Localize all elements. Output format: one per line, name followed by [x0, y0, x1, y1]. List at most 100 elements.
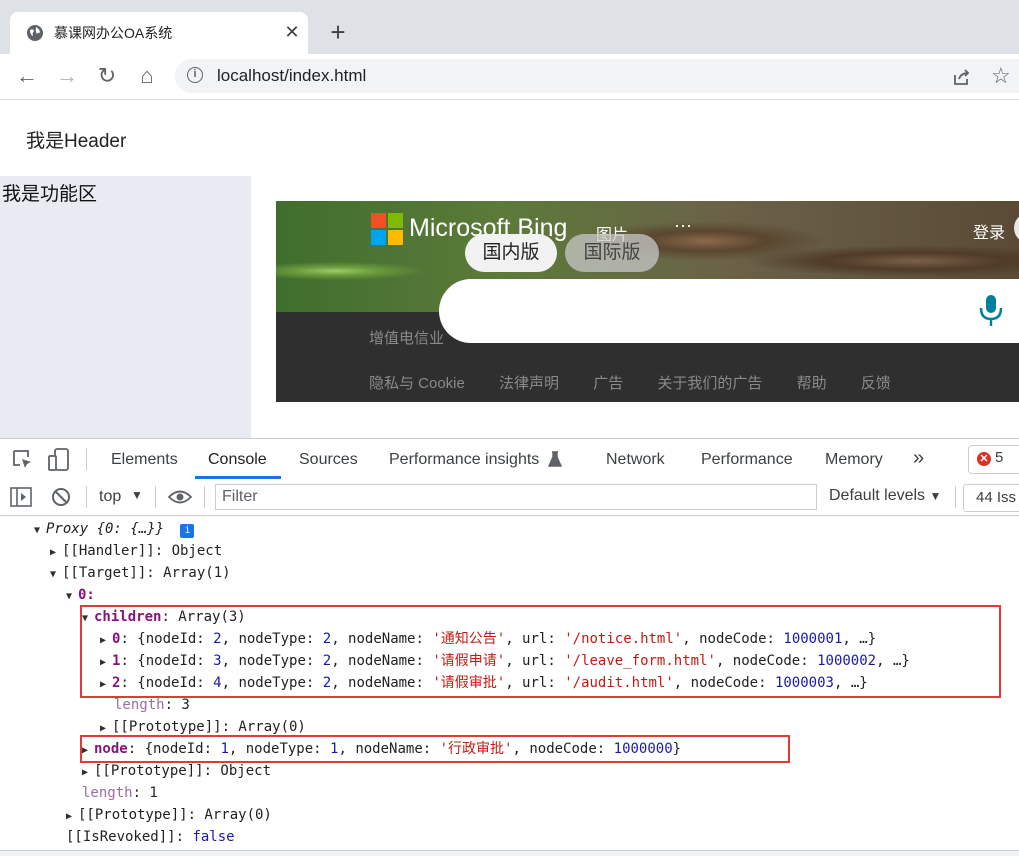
issues-button[interactable]: 44 Iss	[963, 484, 1019, 512]
reload-button[interactable]: ↻	[92, 62, 122, 92]
handler-text: [[Handler]]: Object	[62, 543, 223, 559]
error-count: 5	[995, 449, 1004, 466]
collapsed-triangle-icon[interactable]: ▶	[50, 542, 62, 564]
share-icon[interactable]	[952, 67, 972, 87]
devtools-panel: Elements Console Sources Performance ins…	[0, 438, 1019, 856]
international-version-button[interactable]: 国际版	[565, 234, 659, 272]
sidebar-label: 我是功能区	[2, 184, 98, 205]
console-row-isrevoked[interactable]: [[IsRevoked]]: false	[66, 826, 235, 848]
globe-icon	[27, 25, 43, 41]
expanded-triangle-icon[interactable]: ▼	[50, 564, 62, 586]
expanded-triangle-icon[interactable]: ▼	[34, 520, 46, 542]
sidebar-toggle-icon[interactable]	[10, 487, 32, 507]
log-levels-label: Default levels	[829, 487, 926, 504]
context-selector[interactable]: top	[99, 488, 121, 506]
sidebar: 我是功能区	[0, 176, 251, 438]
footer-link-feedback[interactable]: 反馈	[861, 375, 891, 392]
divider	[155, 486, 156, 508]
isrevoked-key: [[IsRevoked]]	[66, 829, 176, 845]
footer-link-legal[interactable]: 法律声明	[499, 375, 559, 392]
microphone-icon[interactable]	[977, 293, 1005, 329]
highlight-node-box	[80, 735, 790, 763]
bing-footer-links: 隐私与 Cookie 法律声明 广告 关于我们的广告 帮助 反馈	[369, 372, 921, 393]
content-area: Microsoft Bing 图片 ··· 登录 国内版 国际版 增值电信业 隐…	[251, 176, 1019, 438]
footer-link-help[interactable]: 帮助	[797, 375, 827, 392]
home-button[interactable]: ⌂	[132, 62, 162, 92]
tab-network[interactable]: Network	[606, 439, 665, 479]
address-bar[interactable]: i localhost/index.html	[175, 59, 1019, 93]
device-toolbar-icon[interactable]	[48, 448, 70, 472]
console-row-prototype-array2[interactable]: ▶ [[Prototype]]: Array(0)	[66, 804, 272, 826]
status-strip	[0, 850, 1019, 856]
tab-console[interactable]: Console	[208, 439, 267, 479]
console-output: ▼ Proxy {0: {…}} i ▶ [[Handler]]: Object ▼…	[0, 516, 1019, 856]
expanded-triangle-icon[interactable]: ▼	[66, 586, 78, 608]
prototype-text: [[Prototype]]: Object	[94, 763, 272, 779]
footer-link-ads[interactable]: 广告	[593, 375, 623, 392]
tab-sources[interactable]: Sources	[299, 439, 358, 479]
console-row-target[interactable]: ▼ [[Target]]: Array(1)	[50, 562, 231, 584]
info-icon[interactable]: i	[187, 67, 203, 83]
length-value: : 1	[132, 785, 158, 801]
new-tab-button[interactable]: +	[326, 19, 350, 45]
chevron-down-icon: ▼	[929, 489, 942, 503]
console-filter-bar: top ▼ Filter Default levels ▼ 44 Iss	[0, 479, 1019, 516]
inspect-element-icon[interactable]	[12, 449, 34, 471]
experiment-flask-icon	[548, 451, 562, 467]
more-tabs-chevron-icon[interactable]: »	[913, 439, 924, 479]
highlight-children-box	[80, 605, 1001, 698]
bing-login-link[interactable]: 登录	[973, 219, 1005, 243]
console-row-proxy[interactable]: ▼ Proxy {0: {…}} i	[34, 518, 195, 542]
icp-text: 增值电信业	[369, 330, 445, 347]
console-row-prototype-object[interactable]: ▶ [[Prototype]]: Object	[82, 760, 271, 782]
divider	[86, 486, 87, 508]
bookmark-star-icon[interactable]: ☆	[991, 63, 1011, 89]
back-button[interactable]: ←	[12, 62, 42, 92]
footer-link-privacy[interactable]: 隐私与 Cookie	[369, 375, 465, 392]
chevron-down-icon[interactable]: ▼	[131, 488, 143, 502]
tab-performance-insights[interactable]: Performance insights	[389, 439, 539, 479]
length-key: length	[82, 785, 133, 801]
browser-tab[interactable]: 慕课网办公OA系统 ✕	[10, 12, 308, 54]
divider	[955, 486, 956, 508]
length-value: : 3	[164, 697, 190, 713]
bing-iframe: Microsoft Bing 图片 ··· 登录 国内版 国际版 增值电信业 隐…	[276, 201, 1019, 402]
footer-link-about-ads[interactable]: 关于我们的广告	[657, 375, 762, 392]
tab-elements[interactable]: Elements	[111, 439, 178, 479]
close-icon[interactable]: ✕	[280, 20, 304, 44]
collapsed-triangle-icon[interactable]: ▶	[66, 806, 78, 828]
tab-performance[interactable]: Performance	[701, 439, 793, 479]
proxy-text: Proxy {0: {…}}	[46, 521, 165, 537]
info-icon[interactable]: i	[180, 524, 195, 538]
error-count-badge[interactable]: ✕ 5	[968, 445, 1019, 474]
more-icon[interactable]: ···	[674, 215, 692, 236]
length-key: length	[114, 697, 165, 713]
index0-key: 0:	[78, 587, 95, 603]
prototype-text: [[Prototype]]: Array(0)	[112, 719, 306, 735]
eye-icon[interactable]	[168, 489, 192, 505]
colon-separator: :	[175, 829, 193, 845]
bing-search-input[interactable]	[439, 279, 1019, 343]
page-header: 我是Header	[26, 131, 127, 152]
forward-button[interactable]: →	[52, 62, 82, 92]
collapsed-triangle-icon[interactable]: ▶	[82, 762, 94, 784]
console-row-length2[interactable]: length: 1	[82, 782, 158, 804]
page-viewport: 我是Header 我是功能区 Microsoft Bing 图片 ··· 登录 …	[0, 100, 1019, 438]
url-text[interactable]: localhost/index.html	[217, 66, 366, 86]
console-row-handler[interactable]: ▶ [[Handler]]: Object	[50, 540, 222, 562]
console-row-index0[interactable]: ▼ 0:	[66, 584, 95, 606]
browser-toolbar: ← → ↻ ⌂ i localhost/index.html ☆	[0, 54, 1019, 100]
tab-title: 慕课网办公OA系统	[54, 25, 173, 41]
microsoft-logo-icon	[371, 213, 403, 245]
domestic-version-button[interactable]: 国内版	[465, 234, 557, 272]
tab-memory[interactable]: Memory	[825, 439, 883, 479]
divider	[86, 448, 87, 470]
devtools-tabbar: Elements Console Sources Performance ins…	[0, 439, 1019, 480]
isrevoked-value: false	[192, 829, 235, 845]
clear-console-icon[interactable]	[51, 487, 71, 507]
tab-strip: 慕课网办公OA系统 ✕ +	[0, 0, 1019, 54]
divider	[204, 486, 205, 508]
log-levels-dropdown[interactable]: Default levels ▼	[829, 487, 941, 505]
error-icon: ✕	[977, 452, 991, 466]
filter-input[interactable]: Filter	[215, 484, 817, 510]
